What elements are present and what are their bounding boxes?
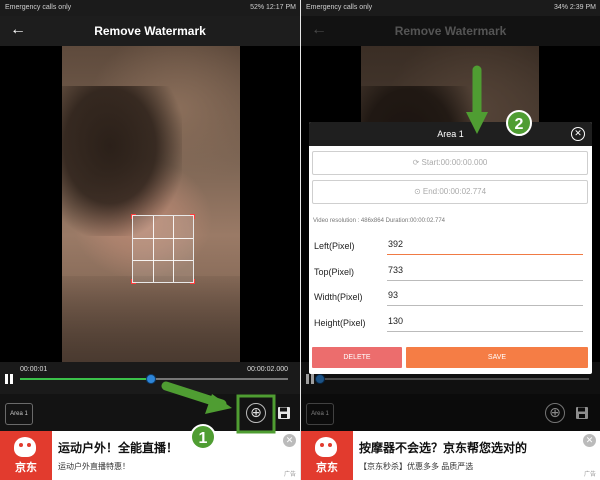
- status-left: Emergency calls only: [5, 4, 72, 11]
- left-input[interactable]: 392: [387, 239, 583, 255]
- ad-banner[interactable]: 京东 按摩器不会选？京东帮您选对的 【京东秒杀】优惠多多 品质严选 ✕ 广告: [301, 431, 600, 480]
- page-title: Remove Watermark: [94, 24, 206, 38]
- selection-corner-handle[interactable]: [190, 279, 195, 284]
- jd-mascot-icon: [315, 437, 337, 457]
- status-left: Emergency calls only: [306, 4, 373, 11]
- selection-corner-handle[interactable]: [131, 279, 136, 284]
- app-bar: ← Remove Watermark: [0, 16, 300, 46]
- status-bar: Emergency calls only 34% 2:39 PM: [301, 0, 600, 16]
- end-time-button[interactable]: ⊙ End:00:00:02.774: [312, 180, 588, 204]
- save-icon[interactable]: [277, 406, 291, 420]
- jd-logo: 京东: [0, 431, 52, 480]
- status-right: 34% 2:39 PM: [553, 4, 596, 11]
- end-icon: ⊙: [413, 187, 423, 196]
- area-dialog: Area 1 ✕ ⟳ Start:00:00:00.000 ⊙ End:00:0…: [309, 122, 592, 374]
- ad-close-icon[interactable]: ✕: [583, 434, 596, 447]
- status-right: 52% 12:17 PM: [250, 4, 296, 11]
- watermark-selection-box[interactable]: [131, 214, 195, 284]
- top-label: Top(Pixel): [314, 267, 355, 277]
- save-button[interactable]: SAVE: [406, 347, 588, 368]
- height-label: Height(Pixel): [314, 318, 366, 328]
- left-label: Left(Pixel): [314, 241, 355, 251]
- ad-banner[interactable]: 京东 运动户外！全能直播！ 运动户外直播特惠！ ✕ 广告: [0, 431, 300, 480]
- screen-1: Emergency calls only 52% 12:17 PM ← Remo…: [0, 0, 300, 480]
- status-bar: Emergency calls only 52% 12:17 PM: [0, 0, 300, 16]
- add-area-icon[interactable]: ⊕: [246, 403, 266, 423]
- jd-mascot-icon: [14, 437, 36, 457]
- selection-corner-handle[interactable]: [131, 214, 136, 219]
- ad-subtitle: 运动户外直播特惠！: [58, 462, 130, 471]
- step-1-badge: 1: [190, 424, 216, 450]
- selection-corner-handle[interactable]: [190, 214, 195, 219]
- ad-headline: 运动户外！全能直播！: [58, 441, 179, 455]
- current-time: 00:00:01: [20, 366, 48, 373]
- start-time-button[interactable]: ⟳ Start:00:00:00.000: [312, 151, 588, 175]
- dialog-close-icon[interactable]: ✕: [571, 127, 585, 141]
- height-input[interactable]: 130: [387, 316, 583, 332]
- ad-headline: 按摩器不会选？京东帮您选对的: [359, 441, 528, 455]
- start-icon: ⟳: [412, 158, 422, 167]
- top-input[interactable]: 733: [387, 265, 583, 281]
- video-frame: [62, 46, 240, 362]
- dialog-title: Area 1: [309, 122, 592, 146]
- jd-logo: 京东: [301, 431, 353, 480]
- screen-2: Emergency calls only 34% 2:39 PM ← Remov…: [301, 0, 600, 480]
- ad-tag: 广告: [583, 472, 596, 478]
- delete-button[interactable]: DELETE: [312, 347, 402, 368]
- video-preview: [0, 46, 300, 362]
- total-time: 00:00:02.000: [247, 366, 288, 373]
- width-input[interactable]: 93: [387, 290, 583, 306]
- ad-subtitle: 【京东秒杀】优惠多多 品质严选: [359, 462, 474, 471]
- ad-close-icon[interactable]: ✕: [283, 434, 296, 447]
- video-info: Video resolution : 486x864 Duration:00:0…: [313, 218, 445, 224]
- area-chip[interactable]: Area 1: [5, 403, 33, 425]
- step-2-badge: 2: [506, 110, 532, 136]
- pause-icon[interactable]: [5, 374, 13, 384]
- width-label: Width(Pixel): [314, 292, 363, 302]
- ad-tag: 广告: [283, 472, 296, 478]
- seek-bar-progress: [20, 378, 152, 380]
